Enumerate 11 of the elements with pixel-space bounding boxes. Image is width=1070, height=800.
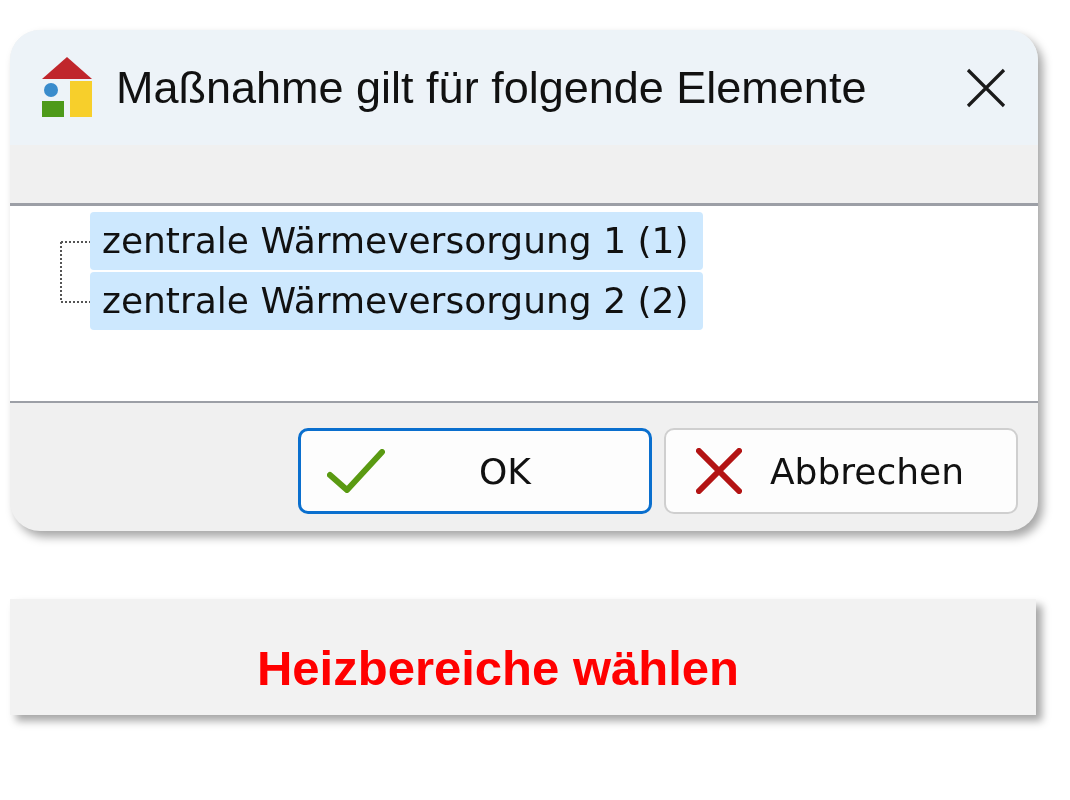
close-icon[interactable] <box>966 67 1006 108</box>
ok-button[interactable]: OK <box>298 428 652 514</box>
banner-text: Heizbereiche wählen <box>257 640 739 696</box>
tree-item[interactable]: zentrale Wärmeversorgung 1 (1) <box>90 212 703 270</box>
cancel-button[interactable]: Abbrechen <box>664 428 1018 514</box>
tree-lines <box>60 241 90 303</box>
checkmark-icon <box>327 449 385 493</box>
window-title: Maßnahme gilt für folgende Elemente <box>116 61 868 114</box>
house-icon <box>42 56 92 117</box>
tree-item[interactable]: zentrale Wärmeversorgung 2 (2) <box>90 272 703 330</box>
cross-icon <box>696 448 742 494</box>
